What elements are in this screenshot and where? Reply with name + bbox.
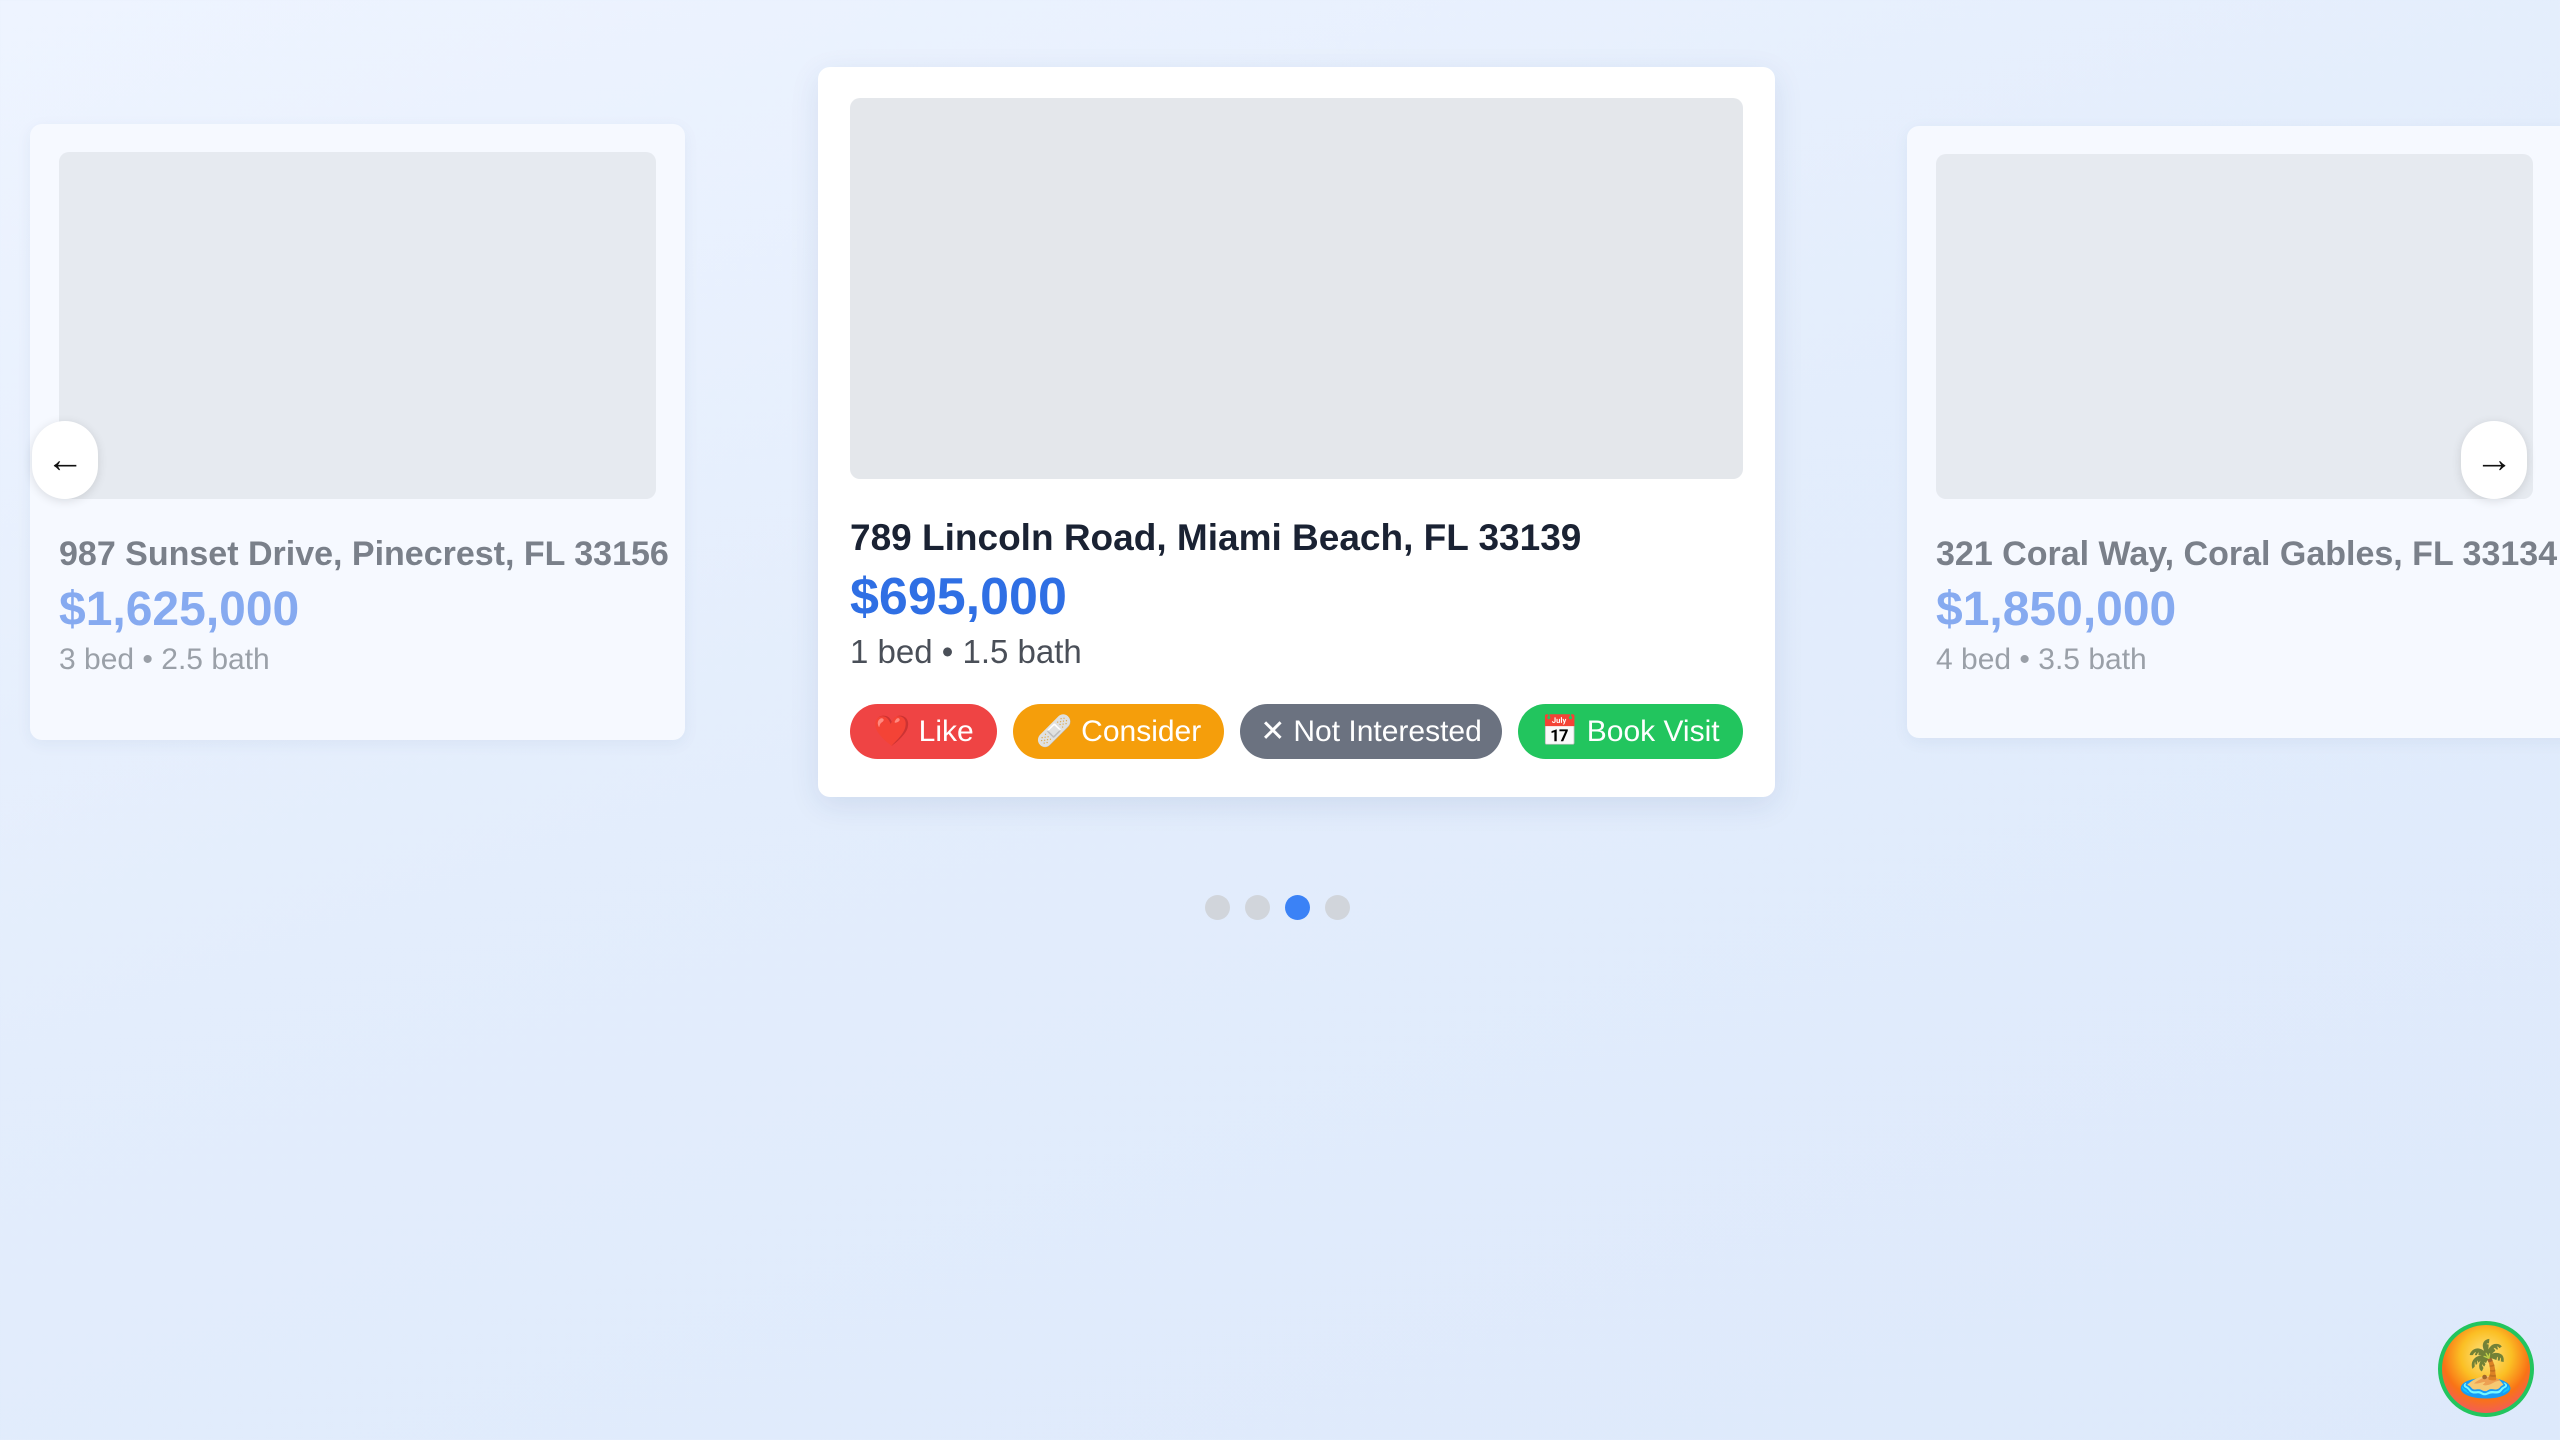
next-arrow-button[interactable]: →	[2461, 421, 2527, 499]
carousel-pagination	[1205, 895, 1350, 920]
listing-specs: 4 bed • 3.5 bath	[1936, 643, 2560, 677]
listing-beds: 4 bed	[1936, 643, 2012, 676]
not-interested-button-label: Not Interested	[1293, 714, 1482, 748]
like-button[interactable]: ❤️ Like	[850, 704, 997, 759]
heart-icon: ❤️	[873, 715, 911, 748]
consider-button[interactable]: 🩹 Consider	[1013, 704, 1224, 759]
listing-baths: 1.5 bath	[962, 633, 1082, 670]
listing-address: 987 Sunset Drive, Pinecrest, FL 33156	[59, 535, 669, 573]
listing-photo-placeholder	[59, 152, 656, 499]
listing-baths: 2.5 bath	[161, 643, 270, 676]
bandage-icon: 🩹	[1035, 715, 1074, 748]
listing-actions: ❤️ Like 🩹 Consider ✕ Not Interested 📅 Bo…	[850, 704, 1743, 759]
pagination-dot[interactable]	[1205, 895, 1230, 920]
pagination-dot[interactable]	[1285, 895, 1310, 920]
listing-price: $1,625,000	[59, 583, 300, 636]
listing-specs: 1 bed • 1.5 bath	[850, 633, 1743, 671]
listing-address: 321 Coral Way, Coral Gables, FL 33134	[1936, 535, 2558, 573]
specs-separator: •	[142, 643, 153, 676]
calendar-icon: 📅	[1541, 715, 1579, 748]
assistant-avatar-button[interactable]: 🏝️	[2438, 1321, 2534, 1417]
like-button-label: Like	[918, 714, 974, 748]
arrow-right-icon: →	[2475, 438, 2513, 481]
book-visit-button-label: Book Visit	[1586, 714, 1720, 748]
pagination-dot[interactable]	[1325, 895, 1350, 920]
listing-price: $1,850,000	[1936, 583, 2177, 636]
listing-photo-placeholder	[1936, 154, 2533, 499]
consider-button-label: Consider	[1081, 714, 1202, 748]
specs-separator: •	[941, 633, 954, 670]
listing-card-previous[interactable]: 987 Sunset Drive, Pinecrest, FL 33156 $1…	[30, 124, 685, 740]
listing-price: $695,000	[850, 568, 1067, 626]
listing-specs: 3 bed • 2.5 bath	[59, 643, 656, 677]
pagination-dot[interactable]	[1245, 895, 1270, 920]
listing-card-next[interactable]: 321 Coral Way, Coral Gables, FL 33134 $1…	[1907, 126, 2560, 738]
not-interested-button[interactable]: ✕ Not Interested	[1240, 704, 1502, 759]
listing-beds: 1 bed	[850, 633, 933, 670]
close-icon: ✕	[1260, 715, 1286, 748]
listing-baths: 3.5 bath	[2038, 643, 2147, 676]
book-visit-button[interactable]: 📅 Book Visit	[1518, 704, 1743, 759]
island-icon: 🏝️	[2452, 1338, 2520, 1399]
listing-address: 789 Lincoln Road, Miami Beach, FL 33139	[850, 517, 1582, 558]
specs-separator: •	[2019, 643, 2030, 676]
listing-photo-placeholder	[850, 98, 1743, 479]
previous-arrow-button[interactable]: ←	[32, 421, 98, 499]
arrow-left-icon: ←	[46, 438, 84, 481]
listing-beds: 3 bed	[59, 643, 135, 676]
listing-card-current: 789 Lincoln Road, Miami Beach, FL 33139 …	[818, 67, 1775, 797]
